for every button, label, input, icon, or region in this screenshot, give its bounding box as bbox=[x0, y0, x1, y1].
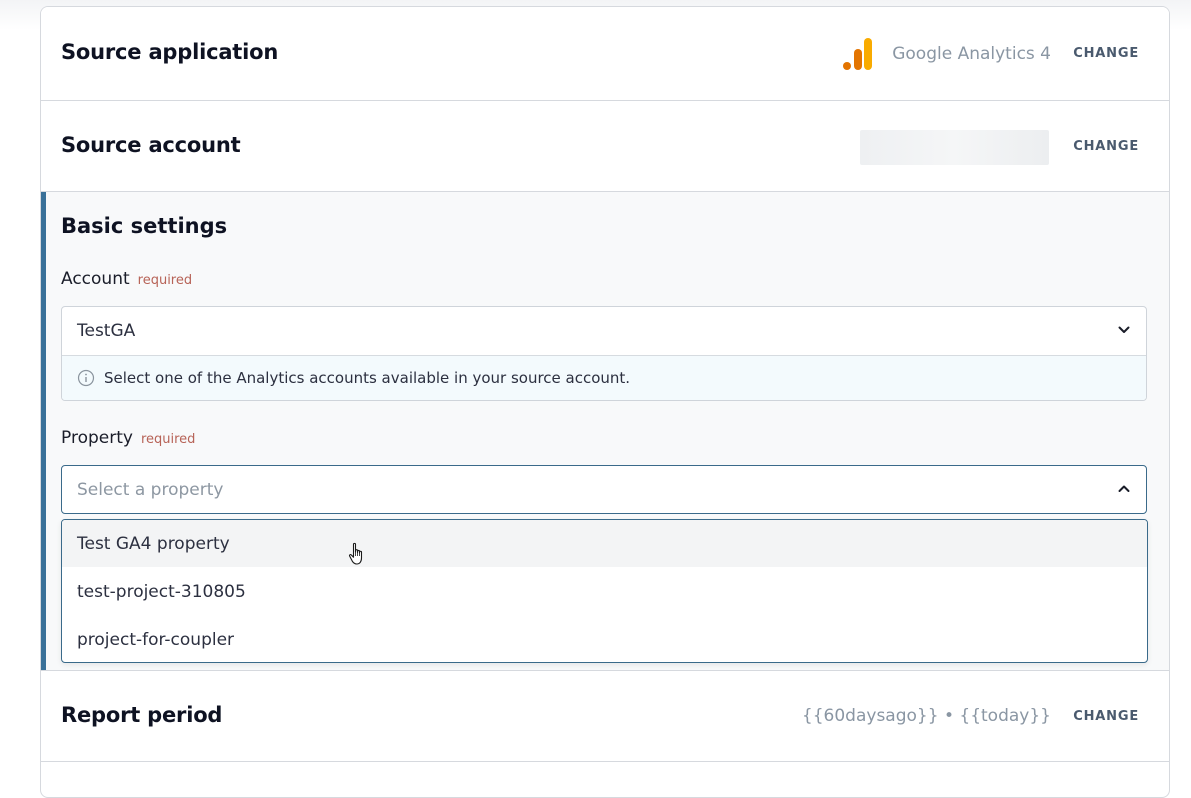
google-analytics-icon bbox=[843, 38, 872, 70]
settings-card: Source application Google Analytics 4 CH… bbox=[40, 6, 1170, 798]
report-period-title: Report period bbox=[61, 703, 223, 727]
source-application-row: Source application Google Analytics 4 CH… bbox=[41, 7, 1169, 101]
account-label: Account required bbox=[61, 269, 192, 289]
source-account-row: Source account CHANGE bbox=[41, 101, 1169, 192]
property-option-label: project-for-coupler bbox=[77, 630, 235, 650]
property-option[interactable]: project-for-coupler bbox=[62, 616, 1147, 662]
chevron-down-icon bbox=[1118, 326, 1130, 333]
property-option[interactable]: test-project-310805 bbox=[62, 568, 1147, 615]
account-hint: Select one of the Analytics accounts ava… bbox=[62, 356, 1146, 400]
property-select-placeholder: Select a property bbox=[77, 480, 224, 500]
property-required-badge: required bbox=[140, 432, 196, 447]
property-dropdown-menu: Test GA4 property test-project-310805 pr… bbox=[61, 519, 1148, 663]
property-option[interactable]: Test GA4 property bbox=[62, 520, 1147, 567]
account-hint-text: Select one of the Analytics accounts ava… bbox=[104, 369, 631, 387]
report-period-value: {{60daysago}} • {{today}} bbox=[801, 706, 1051, 726]
basic-settings-section: Basic settings Account required TestGA Se… bbox=[41, 192, 1169, 671]
source-account-value-redacted bbox=[860, 130, 1049, 165]
property-label: Property required bbox=[61, 428, 195, 448]
change-report-period-button[interactable]: CHANGE bbox=[1073, 709, 1139, 724]
report-period-row: Report period {{60daysago}} • {{today}} … bbox=[41, 671, 1169, 762]
account-label-text: Account bbox=[61, 269, 130, 289]
source-application-title: Source application bbox=[61, 40, 279, 64]
change-source-account-button[interactable]: CHANGE bbox=[1073, 139, 1139, 154]
hand-pointer-cursor-icon bbox=[348, 542, 363, 565]
source-application-name: Google Analytics 4 bbox=[892, 44, 1051, 64]
account-select: TestGA Select one of the Analytics accou… bbox=[61, 306, 1147, 401]
account-select-value: TestGA bbox=[77, 321, 136, 341]
change-source-application-button[interactable]: CHANGE bbox=[1073, 46, 1139, 61]
source-account-title: Source account bbox=[61, 133, 241, 157]
basic-settings-title: Basic settings bbox=[61, 214, 228, 238]
property-option-label: Test GA4 property bbox=[77, 534, 230, 554]
property-label-text: Property bbox=[61, 428, 133, 448]
property-option-label: test-project-310805 bbox=[77, 582, 246, 602]
account-required-badge: required bbox=[137, 273, 193, 288]
active-section-accent bbox=[41, 192, 46, 670]
account-select-control[interactable]: TestGA bbox=[62, 307, 1146, 356]
info-icon bbox=[77, 369, 95, 387]
chevron-up-icon bbox=[1118, 485, 1130, 492]
property-select[interactable]: Select a property bbox=[61, 465, 1147, 514]
